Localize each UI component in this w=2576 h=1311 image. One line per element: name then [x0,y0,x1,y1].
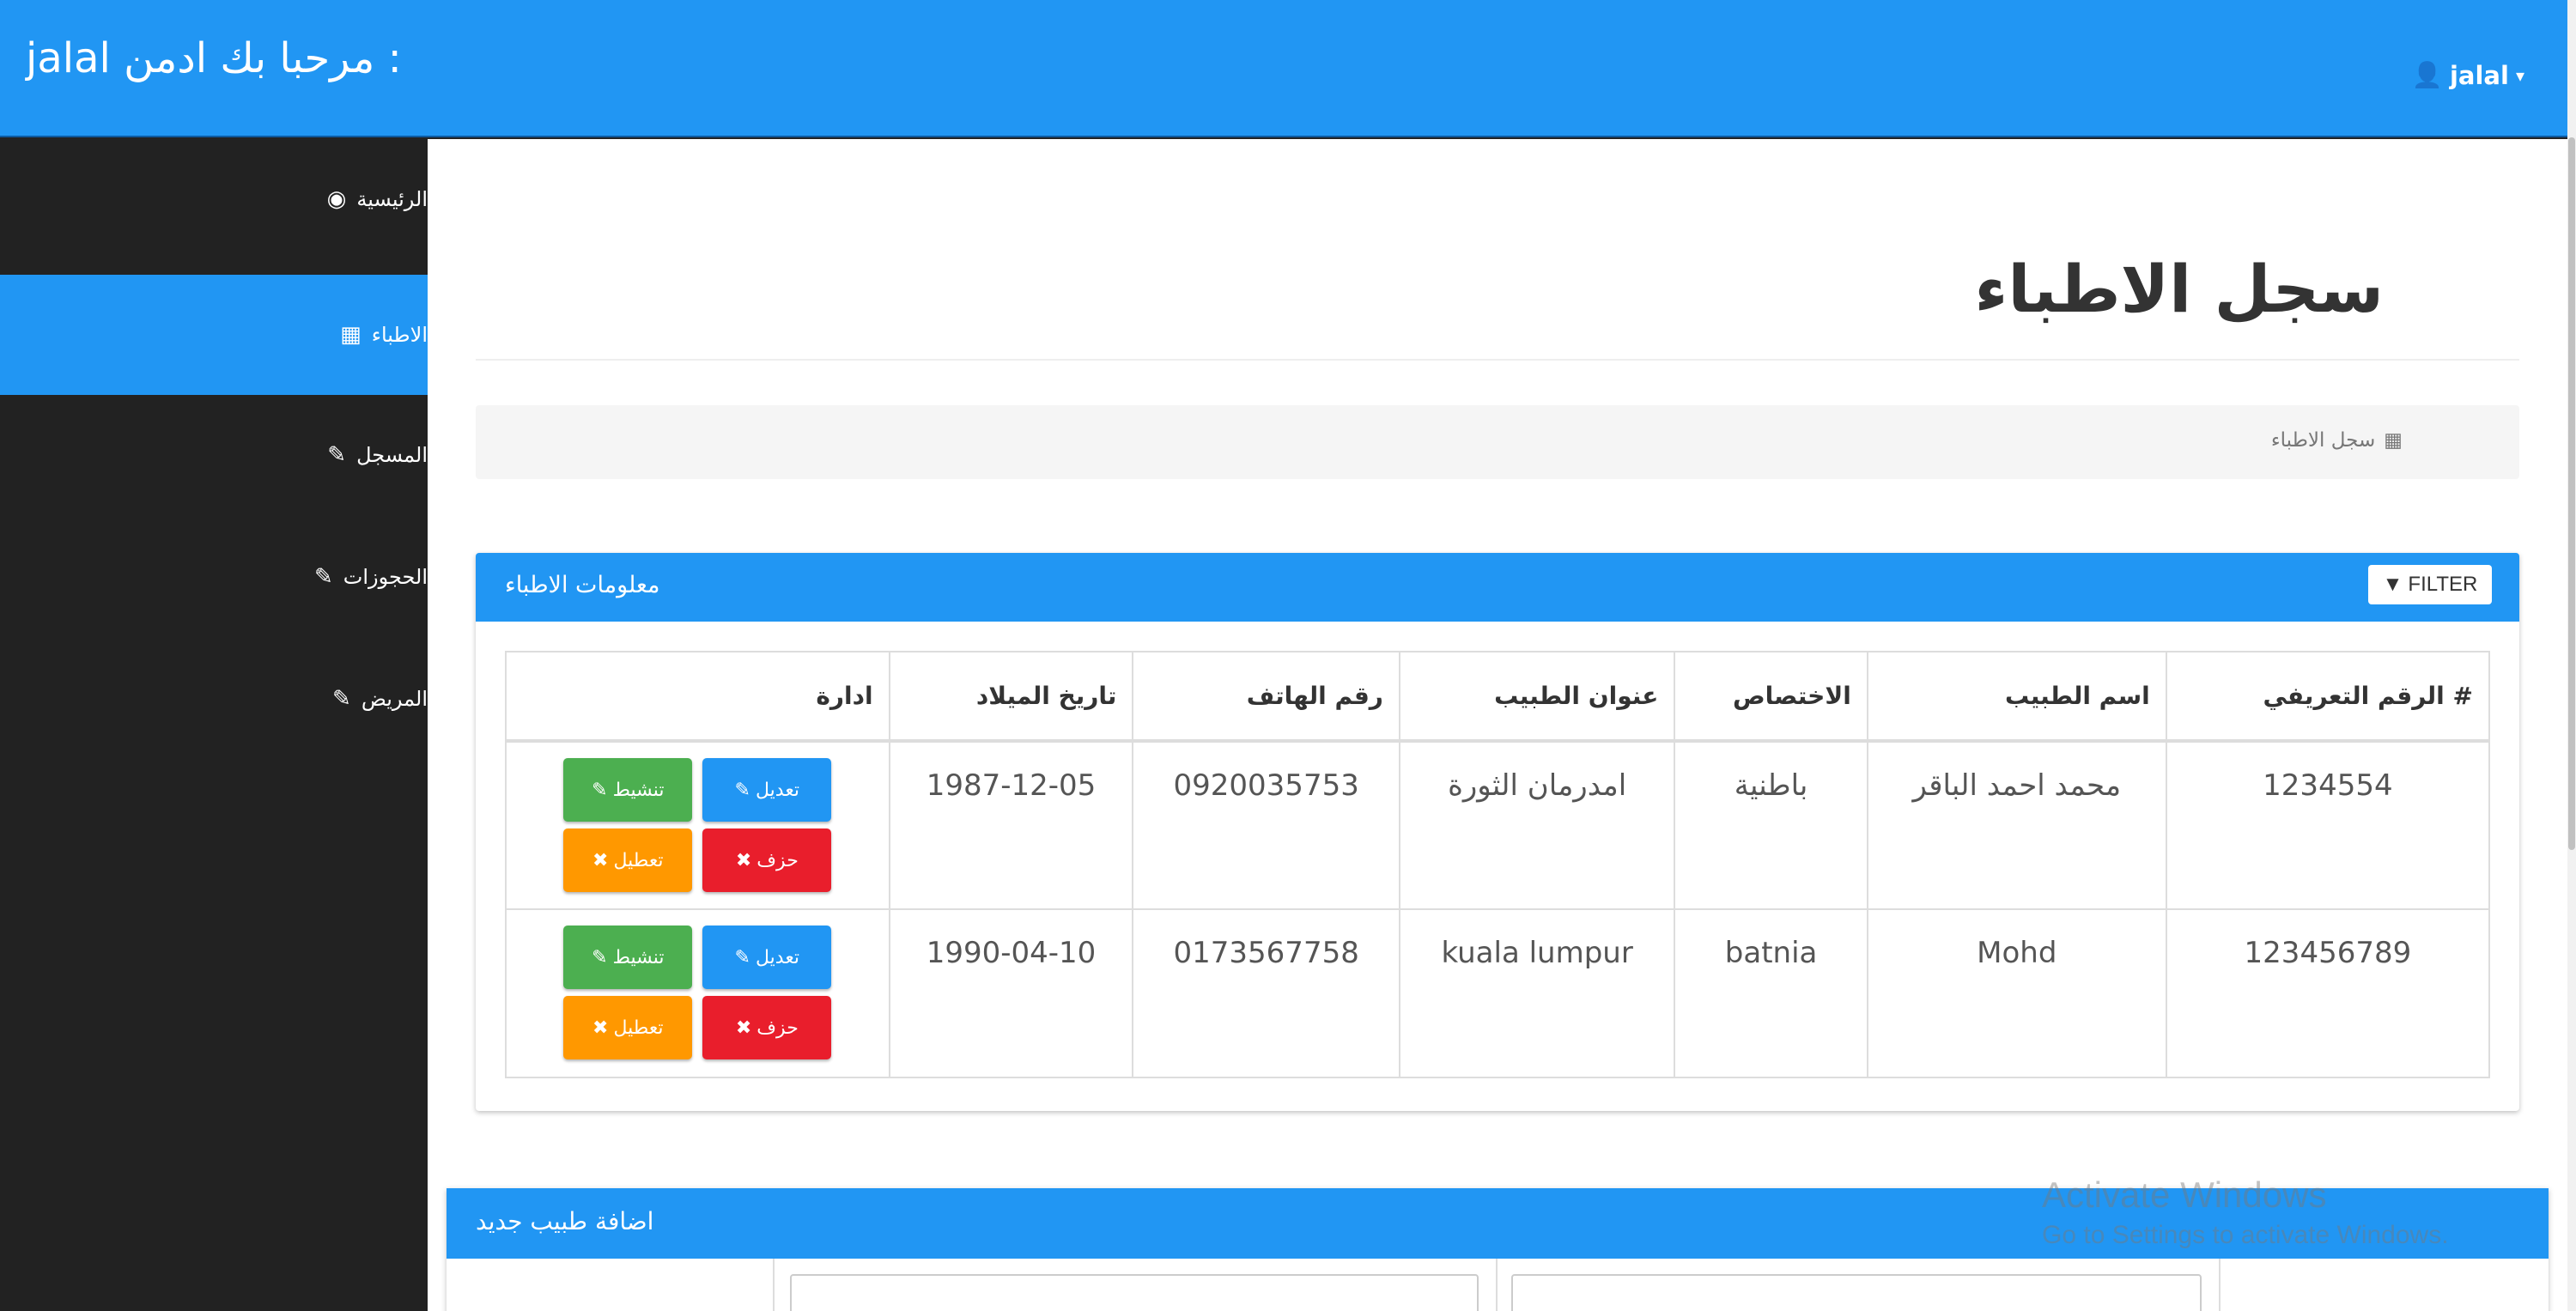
edit-button[interactable]: تعديل ✎ [702,758,832,822]
cell-address: امدرمان الثورة [1398,740,1676,910]
sidebar-item-registrar[interactable]: ✎ المسجل [0,395,428,515]
column-header-phone: رقم الهاتف [1132,651,1400,742]
edit-icon: ✎ [734,946,750,968]
watermark-line2: Go to Settings to activate Windows. [2042,1221,2449,1249]
disable-button[interactable]: تعطيل ✖ [563,828,693,892]
form-input[interactable] [790,1274,1479,1311]
cell-actions: تعديل ✎ تنشيط ✎ حزف ✖ تعطيل ✖ [505,740,890,910]
activate-button[interactable]: تنشيط ✎ [563,758,693,822]
sidebar-item-home[interactable]: ◉ الرئيسية [0,139,428,259]
cell-actions: تعديل ✎ تنشيط ✎ حزف ✖ تعطيل ✖ [505,908,890,1078]
brand-greeting: مرحبا بك ادمن : [124,34,402,82]
windows-activation-watermark: Activate Windows Go to Settings to activ… [2042,1174,2449,1250]
user-menu-dropdown[interactable]: 👤 jalal ▾ [2412,60,2524,90]
disable-label: تعطيل [613,849,664,871]
table-header-row: # الرقم التعريفي اسم الطبيب الاختصاص عنو… [505,651,2491,742]
panel-title: اضافة طبيب جديد [476,1207,654,1235]
cell-dob: 1987-12-05 [888,740,1134,910]
page-scrollbar[interactable] [2567,0,2576,1311]
doctors-panel: ▼ FILTER معلومات الاطباء # الرقم التعريف… [476,553,2519,1111]
sidebar: ◉ الرئيسية ▦ الاطباء ✎ المسجل ✎ الحجوزات… [0,139,428,1311]
close-icon: ✖ [735,1017,752,1039]
brand-user: jalal [26,34,111,82]
edit-icon: ✎ [327,442,347,468]
panel-title: معلومات الاطباء [505,572,660,598]
breadcrumb-item[interactable]: ▦ سجل الاطباء [2271,429,2403,452]
delete-button[interactable]: حزف ✖ [702,828,832,892]
watermark-line1: Activate Windows [2042,1174,2327,1215]
cell-id: 123456789 [2165,908,2491,1078]
cell-dob: 1990-04-10 [888,908,1134,1078]
column-header-actions: ادارة [505,651,890,742]
column-header-id: # الرقم التعريفي [2165,651,2491,742]
disable-label: تعطيل [613,1017,664,1039]
edit-label: تعديل [755,946,800,968]
cell-phone: 0920035753 [1132,740,1400,910]
divider [773,1259,775,1311]
user-menu-label: jalal [2449,60,2509,90]
close-icon: ✖ [592,1017,609,1039]
brand-title: jalal مرحبا بك ادمن : [26,34,402,82]
activate-label: تنشيط [612,779,665,801]
sidebar-item-label: المسجل [356,443,428,467]
disable-button[interactable]: تعطيل ✖ [563,996,693,1059]
cell-specialty: batnia [1674,908,1868,1078]
table-row: 1234554 محمد احمد الباقر باطنية امدرمان … [505,740,2491,910]
activate-button[interactable]: تنشيط ✎ [563,926,693,989]
scrollbar-thumb[interactable] [2568,137,2575,850]
caret-down-icon: ▾ [2515,64,2524,86]
column-header-specialty: الاختصاص [1674,651,1868,742]
cell-name: محمد احمد الباقر [1866,740,2167,910]
sidebar-item-label: الحجوزات [343,565,428,589]
close-icon: ✖ [735,849,752,871]
table-icon: ▦ [340,322,361,348]
delete-button[interactable]: حزف ✖ [702,996,832,1059]
main-content: سجل الاطباء ▦ سجل الاطباء ▼ FILTER معلوم… [428,139,2567,1311]
cell-phone: 0173567758 [1132,908,1400,1078]
cell-name: Mohd [1866,908,2167,1078]
page-title: سجل الاطباء [1974,251,2384,327]
doctors-table: # الرقم التعريفي اسم الطبيب الاختصاص عنو… [505,651,2491,1078]
delete-label: حزف [756,849,799,871]
edit-button[interactable]: تعديل ✎ [702,926,832,989]
panel-header: ▼ FILTER معلومات الاطباء [476,553,2519,622]
edit-label: تعديل [755,779,800,801]
sidebar-item-bookings[interactable]: ✎ الحجوزات [0,517,428,637]
top-navbar: jalal مرحبا بك ادمن : 👤 jalal ▾ [0,0,2567,137]
divider [476,359,2519,361]
form-input[interactable] [1511,1274,2202,1311]
dashboard-icon: ◉ [326,186,347,212]
table-row: 123456789 Mohd batnia kuala lumpur 01735… [505,908,2491,1078]
divider [1496,1259,1498,1311]
row-actions: تعديل ✎ تنشيط ✎ حزف ✖ تعطيل ✖ [507,926,889,1059]
cell-specialty: باطنية [1674,740,1868,910]
close-icon: ✖ [592,849,609,871]
edit-icon: ✎ [313,564,333,590]
row-actions: تعديل ✎ تنشيط ✎ حزف ✖ تعطيل ✖ [507,758,889,892]
column-header-address: عنوان الطبيب [1398,651,1676,742]
user-icon: 👤 [2411,60,2443,89]
edit-icon: ✎ [734,779,750,801]
edit-icon: ✎ [592,946,608,968]
cell-address: kuala lumpur [1398,908,1676,1078]
column-header-dob: تاريخ الميلاد [888,651,1134,742]
column-header-name: اسم الطبيب [1866,651,2167,742]
sidebar-item-label: المريض [361,687,428,711]
filter-label: FILTER [2408,573,2478,596]
breadcrumb-label: سجل الاطباء [2270,429,2376,452]
filter-button[interactable]: ▼ FILTER [2368,565,2492,604]
sidebar-item-patient[interactable]: ✎ المريض [0,639,428,759]
divider [2219,1259,2221,1311]
sidebar-item-doctors[interactable]: ▦ الاطباء [0,275,428,395]
sidebar-item-label: الرئيسية [356,187,428,211]
filter-icon: ▼ [2382,573,2403,596]
breadcrumb: ▦ سجل الاطباء [476,405,2519,479]
edit-icon: ✎ [592,779,608,801]
cell-id: 1234554 [2165,740,2491,910]
edit-icon: ✎ [332,686,351,712]
sidebar-item-label: الاطباء [371,323,428,347]
activate-label: تنشيط [612,946,665,968]
delete-label: حزف [756,1017,799,1039]
table-icon: ▦ [2384,429,2403,452]
